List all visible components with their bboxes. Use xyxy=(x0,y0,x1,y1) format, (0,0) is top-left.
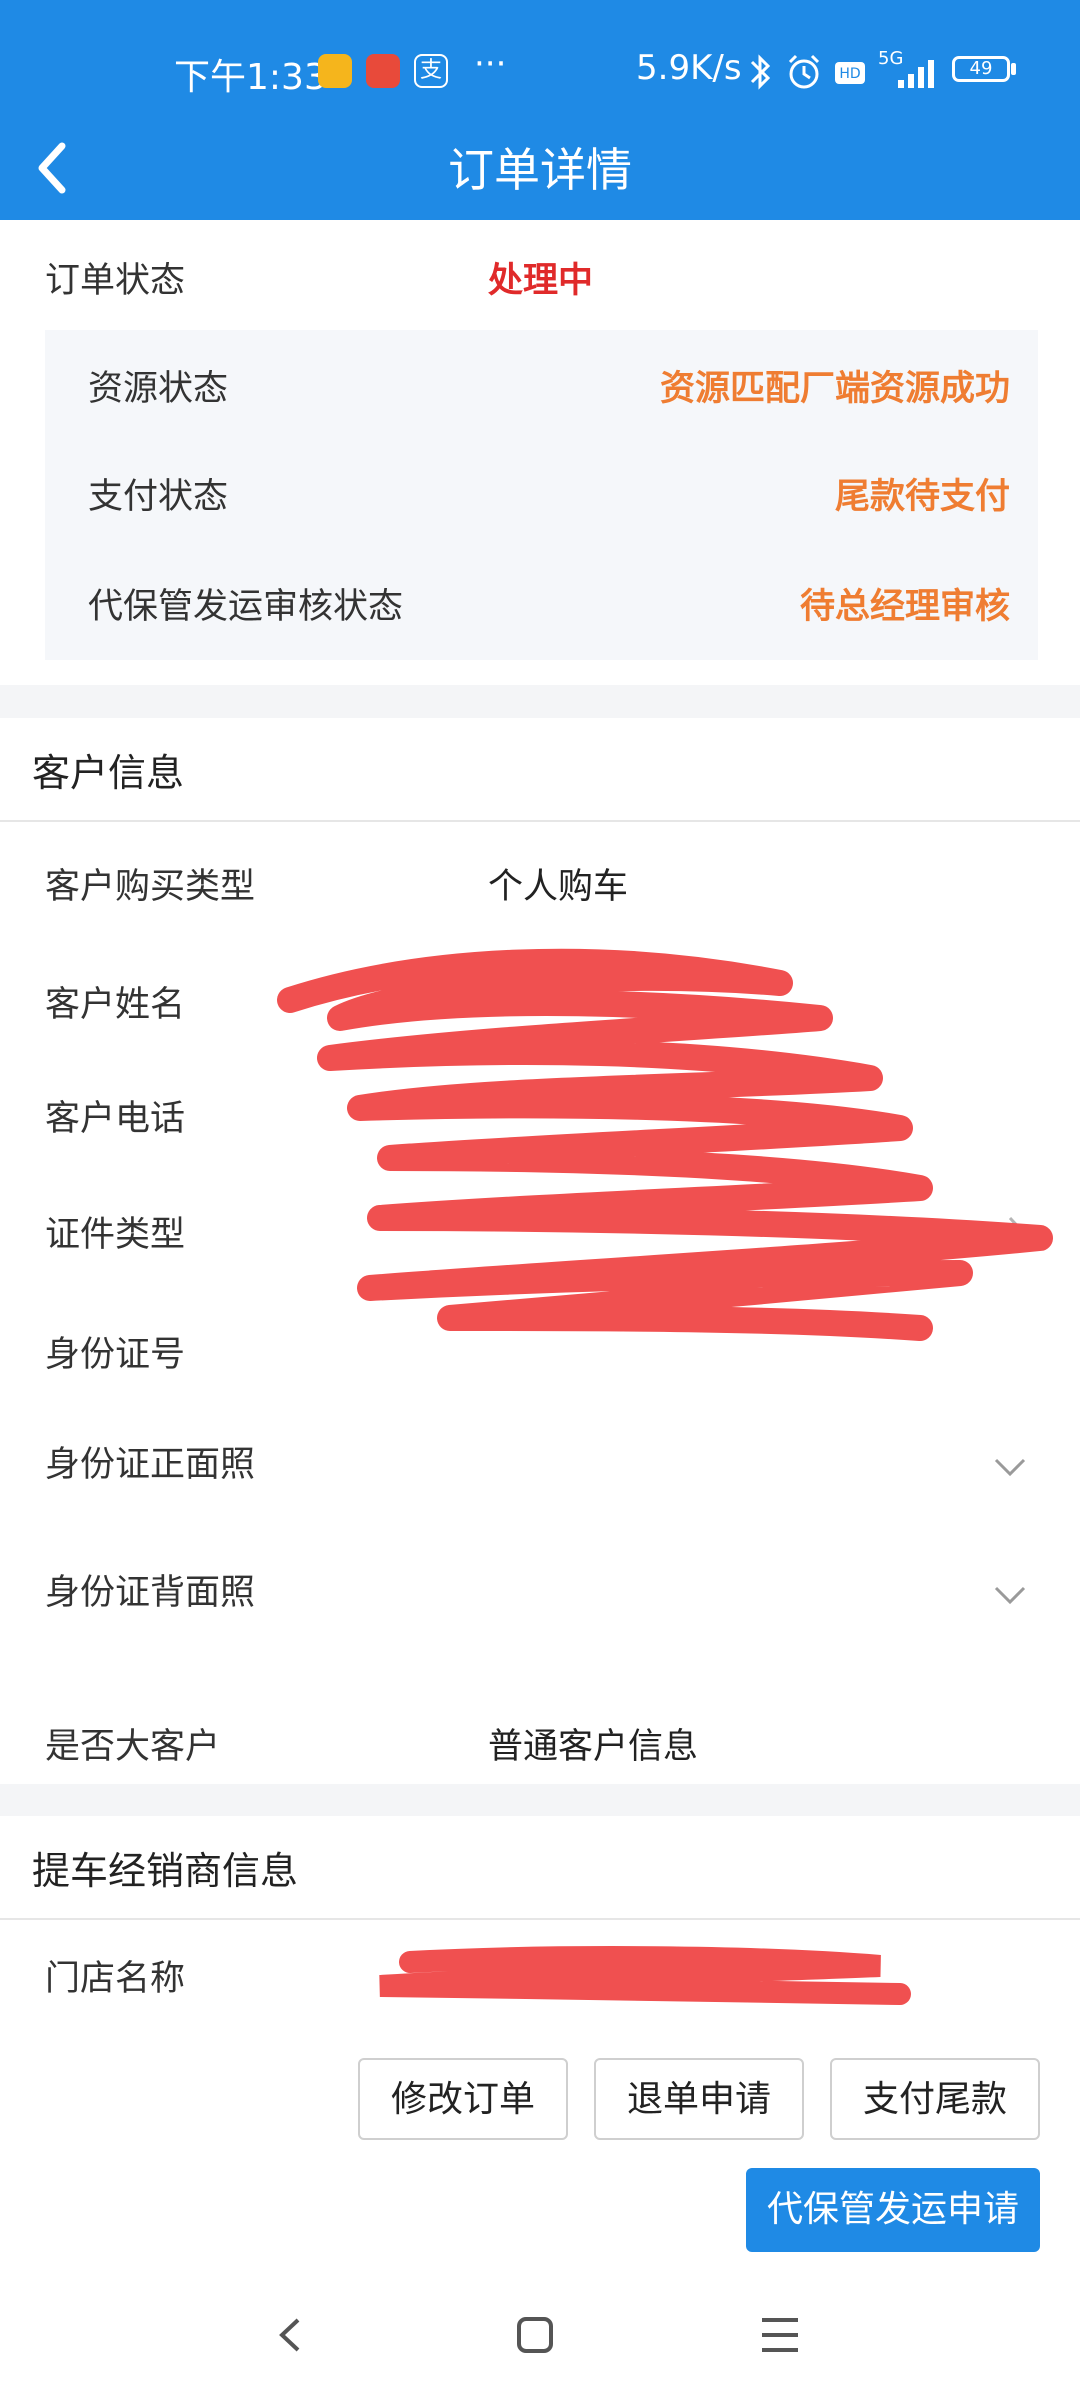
status-bar: 下午1:33 支 ··· 5.9K/s HD 5G 49 xyxy=(0,0,1080,140)
status-time: 下午1:33 xyxy=(174,57,327,98)
pay-balance-button[interactable]: 支付尾款 xyxy=(830,2058,1040,2140)
order-status-value: 处理中 xyxy=(488,261,594,301)
alipay-icon: 支 xyxy=(414,54,448,88)
id-back-photo-label: 身份证背面照 xyxy=(45,1573,256,1613)
network-speed: 5.9K/s xyxy=(636,48,742,88)
more-notifications-icon: ··· xyxy=(474,44,507,84)
order-substatus-box: 资源状态 资源匹配厂端资源成功 支付状态 尾款待支付 代保管发运审核状态 待总经… xyxy=(45,330,1038,660)
shopping-app-icon xyxy=(366,54,400,88)
battery-tip xyxy=(1011,63,1016,75)
redaction-scribble xyxy=(379,1946,911,2005)
cloud-app-icon xyxy=(318,54,352,88)
nav-menu-icon[interactable] xyxy=(760,2310,800,2360)
chevron-down-icon xyxy=(994,1586,1026,1605)
modify-order-button[interactable]: 修改订单 xyxy=(358,2058,568,2140)
nav-back-icon[interactable] xyxy=(270,2310,310,2360)
page-title: 订单详情 xyxy=(448,143,632,197)
alarm-icon xyxy=(788,54,820,89)
major-customer-value: 普通客户信息 xyxy=(488,1727,699,1767)
payment-status-value: 尾款待支付 xyxy=(834,477,1010,517)
refund-request-button[interactable]: 退单申请 xyxy=(594,2058,804,2140)
bluetooth-icon xyxy=(750,54,771,90)
id-front-photo-label: 身份证正面照 xyxy=(45,1445,256,1485)
dealer-info-section: 提车经销商信息 门店名称 xyxy=(0,1816,1080,2030)
customer-info-section: 客户信息 客户购买类型 个人购车 客户姓名 客户电话 证件类型 身份证号 身份证… xyxy=(0,718,1080,1784)
hd-icon: HD xyxy=(835,62,865,84)
svg-text:HD: HD xyxy=(839,66,860,82)
order-status-section: 订单状态 处理中 资源状态 资源匹配厂端资源成功 支付状态 尾款待支付 代保管发… xyxy=(0,220,1080,685)
chevron-down-icon xyxy=(994,1458,1026,1477)
resource-status-label: 资源状态 xyxy=(88,369,229,409)
order-status-label: 订单状态 xyxy=(45,261,186,301)
id-front-photo-row[interactable]: 身份证正面照 xyxy=(0,1408,1080,1518)
custody-audit-status-label: 代保管发运审核状态 xyxy=(88,587,404,627)
major-customer-label: 是否大客户 xyxy=(45,1727,221,1767)
custody-shipping-request-button[interactable]: 代保管发运申请 xyxy=(746,2168,1040,2252)
battery-level: 49 xyxy=(969,58,993,79)
battery-indicator: 49 xyxy=(952,56,1010,82)
app-header: 下午1:33 支 ··· 5.9K/s HD 5G 49 订单详情 xyxy=(0,0,1080,220)
payment-status-label: 支付状态 xyxy=(88,477,229,517)
redaction-scribble xyxy=(277,948,1053,1341)
signal-strength-icon xyxy=(898,60,934,88)
title-bar: 订单详情 xyxy=(0,120,1080,220)
custody-audit-status-value: 待总经理审核 xyxy=(799,587,1010,627)
resource-status-value: 资源匹配厂端资源成功 xyxy=(659,369,1010,409)
id-back-photo-row[interactable]: 身份证背面照 xyxy=(0,1536,1080,1646)
nav-home-icon[interactable] xyxy=(515,2310,555,2360)
back-arrow-icon[interactable] xyxy=(26,130,106,210)
